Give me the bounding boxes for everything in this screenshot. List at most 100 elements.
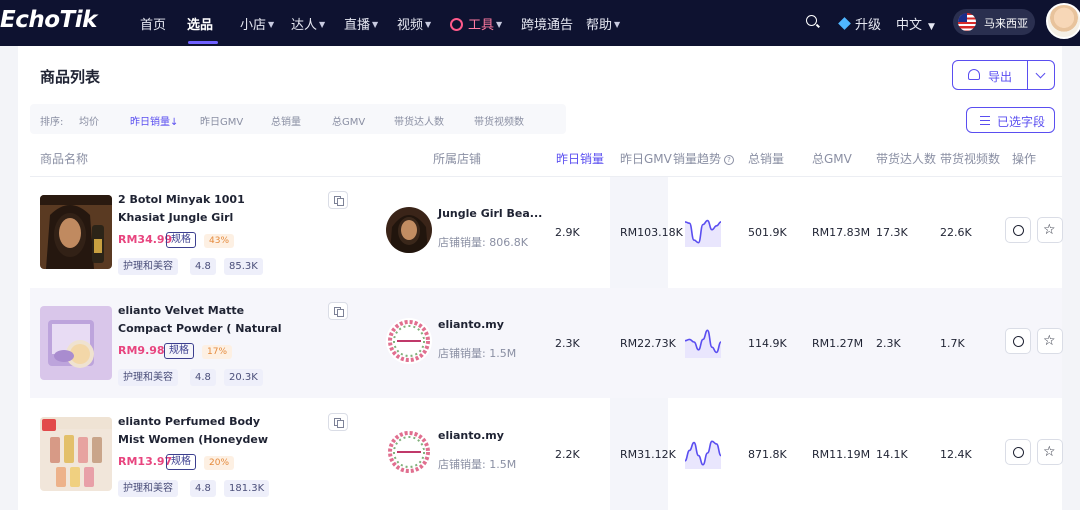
shop-name[interactable]: Jungle Girl Bea... [438,207,542,220]
product-name[interactable]: 2 Botol Minyak 1001 Khasiat Jungle Girl … [118,191,288,227]
shop-avatar[interactable] [386,318,432,364]
col-total-sales[interactable]: 总销量 [748,150,784,167]
nav-live-label: 直播 [344,18,371,33]
total-gmv: RM11.19M [812,448,871,461]
nav-product-selection[interactable]: 选品 [187,14,213,33]
sales-trend-chart [684,219,722,247]
sort-yesterday-sales[interactable]: 昨日销量↓ [130,113,178,128]
shop-name[interactable]: elianto.my [438,318,504,331]
favorite-button[interactable]: ☆ [1037,439,1063,465]
sort-total-sales[interactable]: 总销量 [271,113,301,128]
video-count: 22.6K [940,226,972,239]
nav-video[interactable]: 视频 ▼ [397,14,431,33]
sort-avg-price[interactable]: 均价 [79,113,99,128]
export-label: 导出 [988,70,1013,84]
sort-creator-count[interactable]: 带货达人数 [394,113,444,128]
info-icon[interactable]: ? [724,155,735,165]
echotik-logo[interactable]: EchoTik [0,7,97,33]
detail-button[interactable] [1005,217,1031,243]
upgrade-label: 升级 [855,18,882,33]
diamond-icon [838,17,851,30]
sort-yesterday-gmv[interactable]: 昨日GMV [200,113,243,128]
nav-live[interactable]: 直播 ▼ [344,14,378,33]
creator-count: 17.3K [876,226,908,239]
spec-badge[interactable]: 规格 [166,232,196,248]
tools-icon [450,18,463,31]
region-selector[interactable]: 马来西亚 [953,9,1035,35]
nav-tools[interactable]: 工具 ▼ [450,14,502,33]
yesterday-sales: 2.3K [555,337,580,350]
col-yesterday-sales[interactable]: 昨日销量 [556,150,604,167]
copy-icon[interactable] [328,302,348,320]
shop-sales: 店铺销量: 806.8K [438,236,528,249]
nav-active-indicator [188,41,218,44]
circle-icon [1013,336,1024,347]
spec-badge[interactable]: 规格 [166,454,196,470]
category-tag: 护理和美容 [118,480,178,497]
nav-creators[interactable]: 达人 ▼ [291,14,325,33]
shop-avatar[interactable] [386,429,432,475]
nav-shop[interactable]: 小店 ▼ [240,14,274,33]
rating-tag: 4.8 [190,480,216,497]
col-video-count[interactable]: 带货视频数 [940,150,1000,167]
avatar[interactable] [1046,3,1080,39]
upgrade-button[interactable]: 升级 [838,14,882,33]
product-thumbnail[interactable] [40,195,112,269]
product-name[interactable]: elianto Perfumed Body Mist Women (Honeyd… [118,413,288,449]
shop-name[interactable]: elianto.my [438,429,504,442]
sales-trend-chart [684,329,722,358]
col-creator-count[interactable]: 带货达人数 [876,150,936,167]
nav-home[interactable]: 首页 [140,14,166,33]
chevron-down-icon: ▼ [268,20,275,29]
page-title: 商品列表 [40,68,101,86]
nav-help[interactable]: 帮助 ▼ [586,14,620,33]
nav-tools-label: 工具 [468,18,495,33]
sort-label: 排序: [40,117,64,128]
table-row[interactable]: elianto Velvet Matte Compact Powder ( Na… [30,288,1063,398]
detail-button[interactable] [1005,439,1031,465]
copy-icon[interactable] [328,413,348,431]
selected-fields-button[interactable]: 已选字段 [966,107,1055,133]
spec-badge[interactable]: 规格 [164,343,194,359]
product-price: RM9.98 [118,344,165,357]
favorite-button[interactable]: ☆ [1037,328,1063,354]
favorite-button[interactable]: ☆ [1037,217,1063,243]
caret-down-icon: ▼ [928,22,935,32]
detail-button[interactable] [1005,328,1031,354]
export-button[interactable]: 导出 [952,60,1028,90]
total-sales: 871.8K [748,448,787,461]
export-dropdown-button[interactable] [1027,60,1055,90]
col-yesterday-gmv[interactable]: 昨日GMV [620,150,672,167]
shop-avatar[interactable] [386,207,432,253]
chevron-down-icon: ▼ [614,20,621,29]
total-sales: 501.9K [748,226,787,239]
copy-icon[interactable] [328,191,348,209]
col-sales-trend-label: 销量趋势 [673,152,722,166]
table-row[interactable]: 2 Botol Minyak 1001 Khasiat Jungle Girl … [30,177,1063,287]
creator-count: 2.3K [876,337,901,350]
list-icon [980,116,990,125]
chevron-down-icon: ▼ [425,20,432,29]
yesterday-gmv: RM103.18K [620,226,683,239]
language-selector[interactable]: 中文 ▼ [896,14,935,33]
total-sales: 114.9K [748,337,787,350]
yesterday-sales: 2.2K [555,448,580,461]
nav-cross-border-notice[interactable]: 跨境通告 [521,14,573,33]
table-row[interactable]: elianto Perfumed Body Mist Women (Honeyd… [30,399,1063,509]
product-name[interactable]: elianto Velvet Matte Compact Powder ( Na… [118,302,288,338]
sort-total-gmv[interactable]: 总GMV [332,113,365,128]
sold-count-tag: 85.3K [224,258,263,275]
nav-shop-label: 小店 [240,18,267,33]
sort-video-count[interactable]: 带货视频数 [474,113,524,128]
chevron-down-icon: ▼ [372,20,379,29]
nav-video-label: 视频 [397,18,424,33]
col-total-gmv[interactable]: 总GMV [812,150,852,167]
product-thumbnail[interactable] [40,417,112,491]
yesterday-sales: 2.9K [555,226,580,239]
language-label: 中文 [896,18,923,33]
product-thumbnail[interactable] [40,306,112,380]
nav-creators-label: 达人 [291,18,318,33]
search-icon[interactable] [806,15,817,26]
commission-badge: 43% [204,234,235,248]
trend-area [685,330,721,358]
